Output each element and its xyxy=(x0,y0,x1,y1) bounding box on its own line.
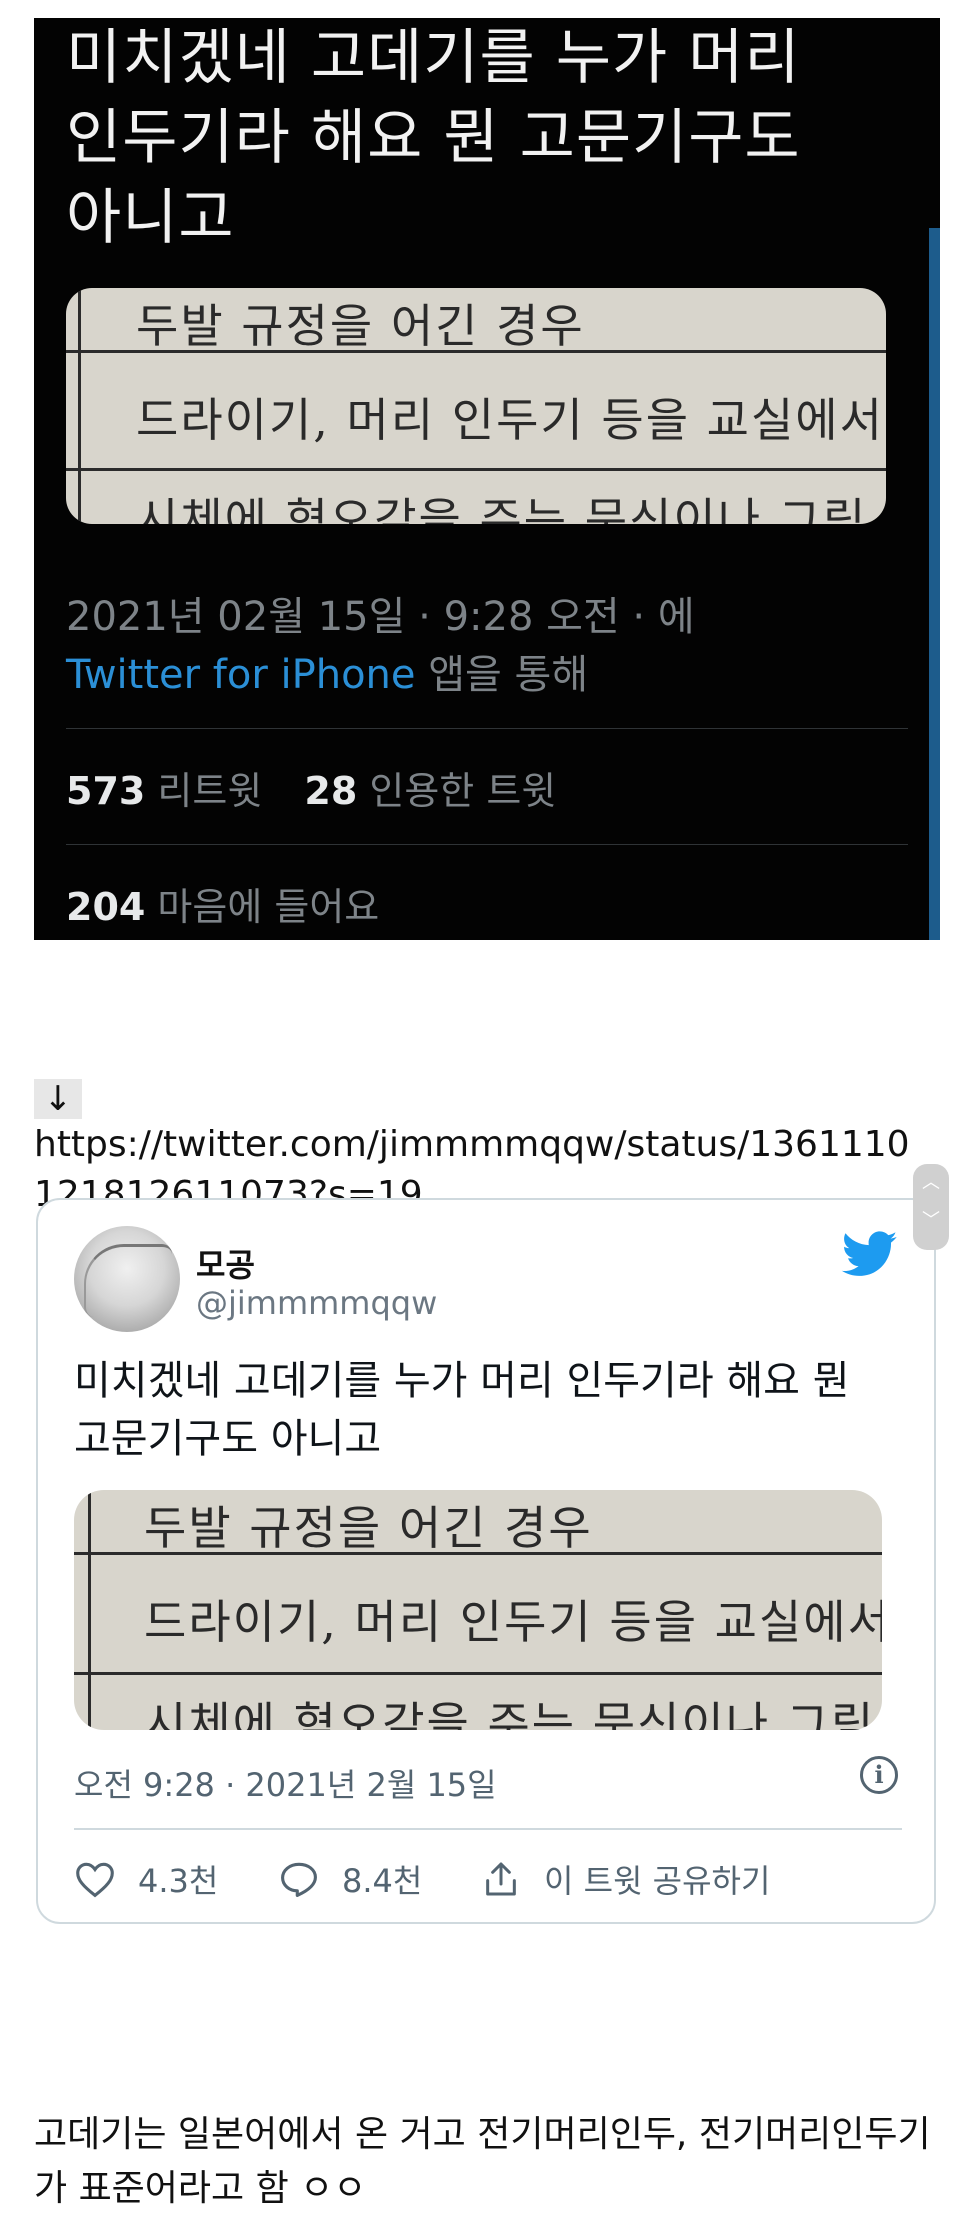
like-count: 4.3천 xyxy=(138,1862,219,1900)
via-app-link[interactable]: Twitter for iPhone xyxy=(66,652,416,698)
reply-action[interactable]: 8.4천 xyxy=(278,1856,422,1902)
scroll-control[interactable]: ︿ ﹀ xyxy=(913,1164,949,1250)
photo-text: 두발 규정을 어긴 경우 xyxy=(136,299,585,353)
divider xyxy=(74,1828,902,1830)
chevron-up-icon[interactable]: ︿ xyxy=(913,1164,949,1202)
via-suffix: 앱을 통해 xyxy=(415,652,589,698)
retweets-label[interactable]: 리트윗 xyxy=(157,769,262,813)
share-label: 이 트윗 공유하기 xyxy=(544,1862,771,1900)
tweet-date[interactable]: 오전 9:28 · 2021년 2월 15일 xyxy=(74,1760,497,1806)
tweet-text-line: 아니고 xyxy=(66,183,235,253)
retweets-count[interactable]: 573 xyxy=(66,769,145,813)
likes-label[interactable]: 마음에 들어요 xyxy=(157,885,379,929)
scroll-edge xyxy=(929,228,940,940)
divider xyxy=(66,844,908,845)
photo-text: 드라이기, 머리 인두기 등을 교실에서 xyxy=(136,393,884,447)
tweet-body: 미치겠네 고데기를 누가 머리 인두기라 해요 뭔 고문기구도 아니고 xyxy=(74,1352,904,1468)
avatar[interactable] xyxy=(74,1226,180,1332)
divider xyxy=(66,728,908,729)
like-action[interactable]: 4.3천 xyxy=(74,1856,218,1902)
caption-line: 고데기는 일본어에서 온 거고 전기머리인두, 전기머리인두기 xyxy=(34,2114,931,2155)
caption-line: 가 표준어라고 함 ㅇㅇ xyxy=(34,2168,367,2209)
quotes-count[interactable]: 28 xyxy=(304,769,357,813)
comment-icon xyxy=(281,1862,317,1897)
post-caption: 고데기는 일본어에서 온 거고 전기머리인두, 전기머리인두기 가 표준어라고 … xyxy=(34,2108,944,2216)
tweet-text: 미치겠네 고데기를 누가 머리 인두기라 해요 뭔 고문기구도 아니고 xyxy=(66,18,906,258)
tweet-stats-row: 573 리트윗 28 인용한 트윗 xyxy=(66,760,556,815)
tweet-likes-row: 204 마음에 들어요 xyxy=(66,876,379,931)
author-handle[interactable]: @jimmmmqqw xyxy=(196,1284,437,1322)
tweet-photo[interactable]: 두발 규정을 어긴 경우 드라이기, 머리 인두기 등을 교실에서 시체에 혐오… xyxy=(66,288,886,524)
tweet-photo[interactable]: 두발 규정을 어긴 경우 드라이기, 머리 인두기 등을 교실에서 시체에 혐오… xyxy=(74,1490,882,1730)
heart-icon xyxy=(76,1862,114,1898)
twitter-bird-icon[interactable] xyxy=(840,1226,900,1282)
photo-text: 두발 규정을 어긴 경우 xyxy=(144,1501,593,1555)
embedded-tweet-card[interactable]: 모공 @jimmmmqqw 미치겠네 고데기를 누가 머리 인두기라 해요 뭔 … xyxy=(36,1198,936,1924)
tweet-url[interactable]: https://twitter.com/jimmmmqqw/status/136… xyxy=(34,1124,910,1165)
likes-count[interactable]: 204 xyxy=(66,885,145,929)
share-icon xyxy=(486,1862,516,1896)
tweet-body-line: 고문기구도 아니고 xyxy=(74,1416,382,1462)
author-name[interactable]: 모공 xyxy=(196,1240,255,1286)
photo-text: 시체에 혐오감을 주는 문신이나 그림 xyxy=(136,493,868,524)
reply-count: 8.4천 xyxy=(342,1862,423,1900)
dark-tweet-screenshot: 미치겠네 고데기를 누가 머리 인두기라 해요 뭔 고문기구도 아니고 두발 규… xyxy=(34,18,940,940)
down-arrow-icon: ↓ xyxy=(34,1079,82,1119)
photo-text: 드라이기, 머리 인두기 등을 교실에서 xyxy=(144,1595,882,1649)
tweet-body-line: 미치겠네 고데기를 누가 머리 인두기라 해요 뭔 xyxy=(74,1358,850,1404)
share-action[interactable]: 이 트윗 공유하기 xyxy=(480,1856,770,1902)
tweet-text-line: 미치겠네 고데기를 누가 머리 xyxy=(66,23,801,93)
tweet-text-line: 인두기라 해요 뭔 고문기구도 xyxy=(66,103,801,173)
tweet-meta: 2021년 02월 15일 · 9:28 오전 · 에 Twitter for … xyxy=(66,588,916,704)
info-icon[interactable]: i xyxy=(860,1756,898,1794)
photo-text: 시체에 혐오감을 주는 문신이나 그림 xyxy=(144,1697,876,1730)
chevron-down-icon[interactable]: ﹀ xyxy=(913,1202,949,1240)
quotes-label[interactable]: 인용한 트윗 xyxy=(369,769,556,813)
tweet-timestamp: 2021년 02월 15일 · 9:28 오전 · 에 xyxy=(66,594,695,640)
